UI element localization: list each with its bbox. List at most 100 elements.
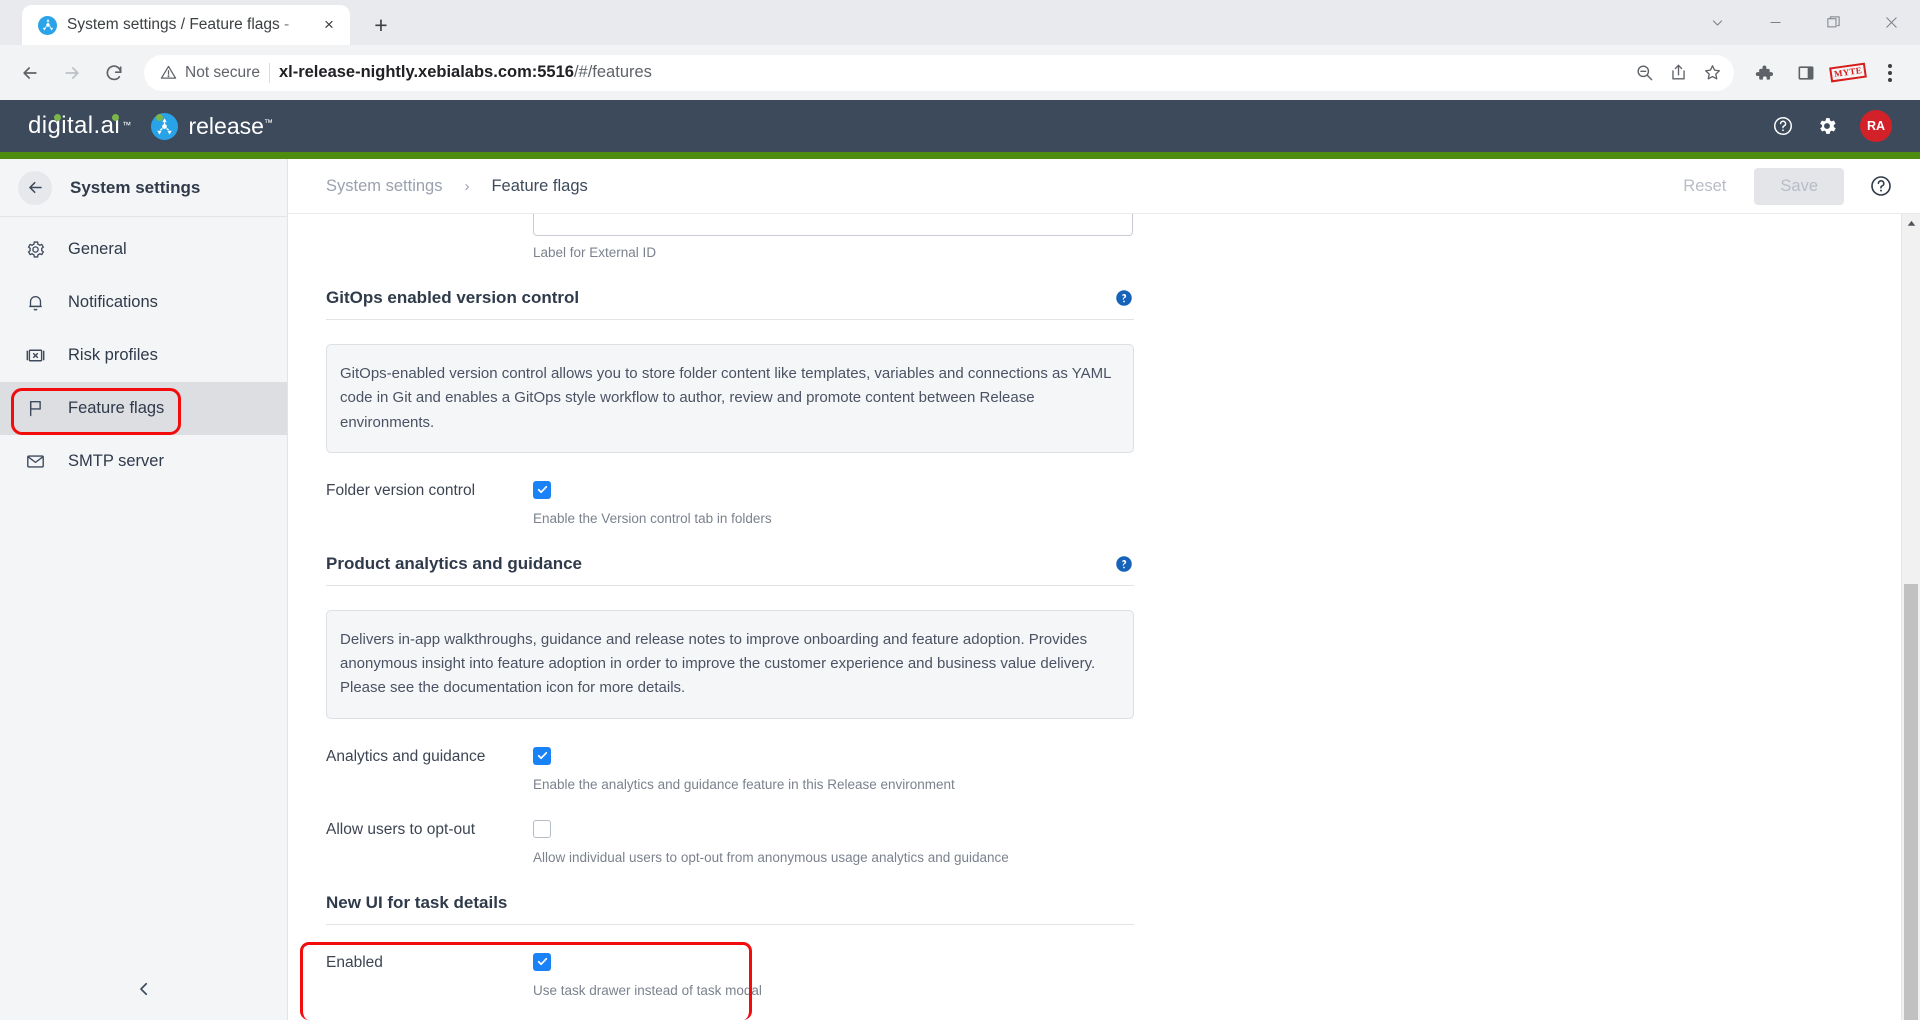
url-text: xl-release-nightly.xebialabs.com:5516/#/… [279,63,1619,82]
back-arrow-icon[interactable] [18,170,52,205]
url-path: /#/features [573,63,652,81]
settings-main: System settings › Feature flags Reset Sa… [288,159,1920,1020]
sidebar-title: System settings [70,177,201,197]
section-title: Product analytics and guidance [326,553,583,573]
release-trademark: ™ [263,116,273,127]
section-header-new-ui: New UI for task details [326,893,1134,925]
window-controls [1688,0,1920,45]
zoom-out-icon[interactable] [1628,57,1660,89]
sidebar-footer [0,958,287,1020]
reload-icon[interactable] [94,53,134,93]
scroll-up-arrow-icon[interactable] [1902,214,1920,233]
release-wordmark: release™ [188,113,272,140]
share-icon[interactable] [1662,57,1694,89]
logo-dot-1 [54,114,61,121]
help-circle-icon[interactable] [1114,288,1134,308]
address-bar[interactable]: Not secure xl-release-nightly.xebialabs.… [144,54,1734,91]
maximize-icon[interactable] [1804,0,1862,45]
digital-ai-logo[interactable]: digital.ai ™ [28,112,163,140]
chevron-left-icon[interactable] [126,971,162,1007]
security-label: Not secure [185,63,260,81]
reset-button[interactable]: Reset [1665,169,1744,204]
brand-primary-text: digital.ai [28,112,121,139]
myte-extension-icon[interactable]: MYTE [1828,53,1868,93]
sidebar-item-general[interactable]: General [0,223,287,276]
section-title: New UI for task details [326,892,508,912]
omnibox-divider [268,62,270,83]
back-arrow-icon[interactable] [10,53,50,93]
sidebar-item-risk-profiles[interactable]: Risk profiles [0,329,287,382]
sidebar-item-feature-flags[interactable]: Feature flags [0,382,287,435]
checkbox-analytics-and-guidance[interactable] [533,746,551,765]
app-header: digital.ai ™ release™ RA [0,100,1920,152]
field-new-ui-enabled: Enabled [326,952,1134,972]
field-helper: Allow individual users to opt-out from a… [533,849,1009,865]
sidebar-item-label: Feature flags [68,399,165,417]
page-scrollbar[interactable] [1901,214,1920,1020]
field-helper: Enable the analytics and guidance featur… [533,776,955,792]
settings-gear-icon[interactable] [1816,115,1838,137]
omnibox-actions [1628,57,1728,89]
forward-arrow-icon[interactable] [52,53,92,93]
url-host: xl-release-nightly.xebialabs.com:5516 [278,63,574,81]
save-button[interactable]: Save [1754,167,1844,205]
sidebar-item-label: Risk profiles [68,346,158,364]
settings-sidebar: System settings General Notifications Ri… [0,159,288,1020]
sidebar-item-smtp-server[interactable]: SMTP server [0,435,287,488]
flag-icon [24,398,46,419]
risk-profile-icon [24,345,46,366]
browser-window: System settings / Feature flags - × + No… [0,0,1920,1020]
avatar[interactable]: RA [1860,110,1892,142]
breadcrumb-separator: › [464,177,470,195]
side-panel-icon[interactable] [1786,53,1826,93]
sidebar-items: General Notifications Risk profiles Feat… [0,217,287,488]
checkbox-allow-users-opt-out[interactable] [533,819,551,838]
three-dot-menu-icon[interactable] [1870,53,1910,93]
security-status[interactable]: Not secure [160,64,260,82]
tab-search-chevron-icon[interactable] [1688,0,1746,45]
breadcrumb-current: Feature flags [491,176,588,195]
page-viewport: digital.ai ™ release™ RA System settings… [0,100,1920,1020]
help-circle-icon[interactable] [1868,173,1894,199]
minimize-icon[interactable] [1746,0,1804,45]
section-title: GitOps enabled version control [326,288,580,307]
bookmark-star-icon[interactable] [1696,57,1728,89]
scrollbar-thumb[interactable] [1904,584,1918,1020]
feature-flags-form: Label for External ID GitOps enabled ver… [326,214,1134,998]
field-allow-users-opt-out: Allow users to opt-out [326,819,1134,839]
envelope-icon [24,451,46,472]
extensions-puzzle-icon[interactable] [1744,53,1784,93]
sidebar-header[interactable]: System settings [0,159,287,217]
new-tab-button[interactable]: + [364,8,398,42]
breadcrumb-parent[interactable]: System settings [326,177,442,196]
browser-tab[interactable]: System settings / Feature flags - × [22,5,350,45]
logo-dot-3 [156,114,163,121]
feature-flags-form-container: Label for External ID GitOps enabled ver… [288,214,1901,1020]
tab-title: System settings / Feature flags - [67,16,290,33]
bell-icon [24,292,46,313]
field-helper: Use task drawer instead of task modal [533,982,762,998]
warning-triangle-icon [160,65,177,79]
checkbox-new-ui-enabled[interactable] [533,952,551,971]
external-id-input[interactable] [533,214,1133,236]
help-circle-icon[interactable] [1772,115,1794,137]
close-icon[interactable] [1862,0,1920,45]
release-logo-icon [38,15,57,35]
browser-toolbar: Not secure xl-release-nightly.xebialabs.… [0,45,1920,100]
brand-trademark: ™ [122,120,132,130]
field-folder-version-control: Folder version control [326,480,1134,500]
field-label: Analytics and guidance [326,747,486,765]
brand-secondary-text: release [188,112,264,139]
tab-strip: System settings / Feature flags - × + [0,0,1920,45]
field-label: Folder version control [326,481,476,499]
section-description: GitOps-enabled version control allows yo… [326,344,1134,453]
field-label: Enabled [326,953,383,971]
section-header-gitops: GitOps enabled version control [326,288,1134,320]
checkbox-folder-version-control[interactable] [533,480,551,499]
help-circle-icon[interactable] [1114,554,1134,574]
extension-stamp-label: MYTE [1829,62,1867,83]
sidebar-item-notifications[interactable]: Notifications [0,276,287,329]
tab-close-icon[interactable]: × [316,12,342,38]
gear-icon [24,239,46,260]
header-actions: RA [1772,110,1892,142]
